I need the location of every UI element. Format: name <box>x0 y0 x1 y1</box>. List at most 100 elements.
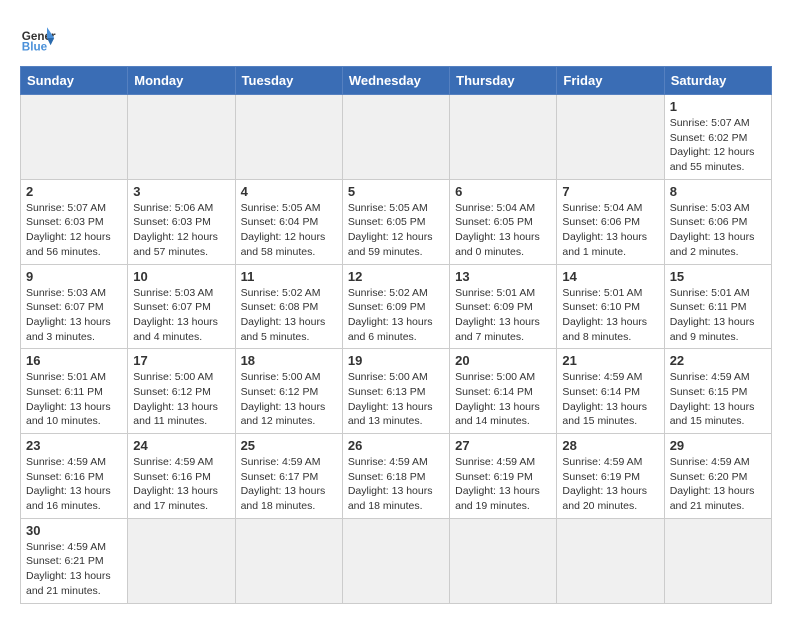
calendar-cell: 15 Sunrise: 5:01 AMSunset: 6:11 PMDayligh… <box>664 264 771 349</box>
day-info: Sunrise: 5:01 AMSunset: 6:11 PMDaylight:… <box>26 370 122 429</box>
day-info: Sunrise: 5:05 AMSunset: 6:04 PMDaylight:… <box>241 201 337 260</box>
weekday-header-saturday: Saturday <box>664 67 771 95</box>
calendar-cell: 23Sunrise: 4:59 AMSunset: 6:16 PMDayligh… <box>21 434 128 519</box>
day-number: 13 <box>455 269 551 284</box>
day-number: 4 <box>241 184 337 199</box>
day-info: Sunrise: 5:03 AMSunset: 6:06 PMDaylight:… <box>670 201 766 260</box>
day-number: 25 <box>241 438 337 453</box>
weekday-header-row: SundayMondayTuesdayWednesdayThursdayFrid… <box>21 67 772 95</box>
calendar-cell: 6 Sunrise: 5:04 AMSunset: 6:05 PMDaylight… <box>450 179 557 264</box>
day-info: Sunrise: 5:07 AMSunset: 6:03 PMDaylight:… <box>26 201 122 260</box>
calendar-cell: 9 Sunrise: 5:03 AMSunset: 6:07 PMDaylight… <box>21 264 128 349</box>
calendar-week-row: 30 Sunrise: 4:59 AMSunset: 6:21 PMDayligh… <box>21 518 772 603</box>
day-info: Sunrise: 4:59 AMSunset: 6:16 PMDaylight:… <box>133 455 229 514</box>
svg-text:Blue: Blue <box>22 41 48 54</box>
logo-icon: General Blue <box>20 20 56 56</box>
day-number: 28 <box>562 438 658 453</box>
calendar-cell <box>21 95 128 180</box>
day-number: 6 <box>455 184 551 199</box>
day-info: Sunrise: 4:59 AMSunset: 6:19 PMDaylight:… <box>455 455 551 514</box>
day-number: 21 <box>562 353 658 368</box>
calendar-cell: 24Sunrise: 4:59 AMSunset: 6:16 PMDayligh… <box>128 434 235 519</box>
calendar-cell: 18 Sunrise: 5:00 AMSunset: 6:12 PMDayligh… <box>235 349 342 434</box>
calendar-week-row: 23 Sunrise: 4:59 AMSunset: 6:16 PMDayligh… <box>21 434 772 519</box>
day-info: Sunrise: 4:59 AMSunset: 6:21 PMDaylight:… <box>26 540 122 599</box>
calendar-cell <box>557 518 664 603</box>
day-info: Sunrise: 4:59 AMSunset: 6:17 PMDaylight:… <box>241 455 337 514</box>
calendar-cell <box>450 95 557 180</box>
calendar-cell: 25 Sunrise: 4:59 AMSunset: 6:17 PMDayligh… <box>235 434 342 519</box>
day-number: 26 <box>348 438 444 453</box>
calendar-cell: 8Sunrise: 5:03 AMSunset: 6:06 PMDaylight… <box>664 179 771 264</box>
day-info: Sunrise: 5:01 AMSunset: 6:10 PMDaylight:… <box>562 286 658 345</box>
day-number: 23 <box>26 438 122 453</box>
day-info: Sunrise: 4:59 AMSunset: 6:15 PMDaylight:… <box>670 370 766 429</box>
logo: General Blue <box>20 20 56 56</box>
day-number: 1 <box>670 99 766 114</box>
calendar-cell <box>450 518 557 603</box>
calendar-cell: 17Sunrise: 5:00 AMSunset: 6:12 PMDayligh… <box>128 349 235 434</box>
calendar-cell <box>342 518 449 603</box>
day-info: Sunrise: 4:59 AMSunset: 6:20 PMDaylight:… <box>670 455 766 514</box>
calendar-cell: 16Sunrise: 5:01 AMSunset: 6:11 PMDayligh… <box>21 349 128 434</box>
calendar-cell: 22 Sunrise: 4:59 AMSunset: 6:15 PMDayligh… <box>664 349 771 434</box>
day-number: 7 <box>562 184 658 199</box>
day-number: 27 <box>455 438 551 453</box>
day-number: 14 <box>562 269 658 284</box>
day-info: Sunrise: 4:59 AMSunset: 6:14 PMDaylight:… <box>562 370 658 429</box>
calendar-cell: 1 Sunrise: 5:07 AMSunset: 6:02 PMDaylight… <box>664 95 771 180</box>
day-info: Sunrise: 5:03 AMSunset: 6:07 PMDaylight:… <box>26 286 122 345</box>
calendar-cell: 4 Sunrise: 5:05 AMSunset: 6:04 PMDaylight… <box>235 179 342 264</box>
day-info: Sunrise: 5:00 AMSunset: 6:14 PMDaylight:… <box>455 370 551 429</box>
calendar-table: SundayMondayTuesdayWednesdayThursdayFrid… <box>20 66 772 604</box>
calendar-cell: 5 Sunrise: 5:05 AMSunset: 6:05 PMDaylight… <box>342 179 449 264</box>
day-number: 18 <box>241 353 337 368</box>
calendar-cell <box>235 518 342 603</box>
day-info: Sunrise: 5:07 AMSunset: 6:02 PMDaylight:… <box>670 116 766 175</box>
day-number: 22 <box>670 353 766 368</box>
calendar-cell <box>235 95 342 180</box>
day-info: Sunrise: 5:04 AMSunset: 6:05 PMDaylight:… <box>455 201 551 260</box>
day-info: Sunrise: 5:01 AMSunset: 6:09 PMDaylight:… <box>455 286 551 345</box>
calendar-week-row: 16Sunrise: 5:01 AMSunset: 6:11 PMDayligh… <box>21 349 772 434</box>
weekday-header-friday: Friday <box>557 67 664 95</box>
day-number: 9 <box>26 269 122 284</box>
weekday-header-wednesday: Wednesday <box>342 67 449 95</box>
weekday-header-tuesday: Tuesday <box>235 67 342 95</box>
day-info: Sunrise: 5:00 AMSunset: 6:12 PMDaylight:… <box>241 370 337 429</box>
calendar-cell: 10Sunrise: 5:03 AMSunset: 6:07 PMDayligh… <box>128 264 235 349</box>
calendar-cell: 12 Sunrise: 5:02 AMSunset: 6:09 PMDayligh… <box>342 264 449 349</box>
day-number: 30 <box>26 523 122 538</box>
day-number: 15 <box>670 269 766 284</box>
weekday-header-sunday: Sunday <box>21 67 128 95</box>
weekday-header-monday: Monday <box>128 67 235 95</box>
day-number: 12 <box>348 269 444 284</box>
day-info: Sunrise: 4:59 AMSunset: 6:19 PMDaylight:… <box>562 455 658 514</box>
day-info: Sunrise: 5:01 AMSunset: 6:11 PMDaylight:… <box>670 286 766 345</box>
day-number: 2 <box>26 184 122 199</box>
day-info: Sunrise: 5:02 AMSunset: 6:08 PMDaylight:… <box>241 286 337 345</box>
day-info: Sunrise: 5:02 AMSunset: 6:09 PMDaylight:… <box>348 286 444 345</box>
day-info: Sunrise: 5:00 AMSunset: 6:13 PMDaylight:… <box>348 370 444 429</box>
calendar-cell <box>128 95 235 180</box>
day-number: 29 <box>670 438 766 453</box>
calendar-cell: 28 Sunrise: 4:59 AMSunset: 6:19 PMDayligh… <box>557 434 664 519</box>
day-info: Sunrise: 5:03 AMSunset: 6:07 PMDaylight:… <box>133 286 229 345</box>
calendar-cell: 7 Sunrise: 5:04 AMSunset: 6:06 PMDaylight… <box>557 179 664 264</box>
calendar-cell <box>128 518 235 603</box>
day-number: 5 <box>348 184 444 199</box>
calendar-cell: 29 Sunrise: 4:59 AMSunset: 6:20 PMDayligh… <box>664 434 771 519</box>
calendar-cell: 2 Sunrise: 5:07 AMSunset: 6:03 PMDaylight… <box>21 179 128 264</box>
calendar-cell <box>664 518 771 603</box>
day-info: Sunrise: 5:05 AMSunset: 6:05 PMDaylight:… <box>348 201 444 260</box>
calendar-cell: 26Sunrise: 4:59 AMSunset: 6:18 PMDayligh… <box>342 434 449 519</box>
calendar-week-row: 1 Sunrise: 5:07 AMSunset: 6:02 PMDaylight… <box>21 95 772 180</box>
day-info: Sunrise: 5:04 AMSunset: 6:06 PMDaylight:… <box>562 201 658 260</box>
calendar-week-row: 2 Sunrise: 5:07 AMSunset: 6:03 PMDaylight… <box>21 179 772 264</box>
calendar-cell: 30 Sunrise: 4:59 AMSunset: 6:21 PMDayligh… <box>21 518 128 603</box>
calendar-cell: 21 Sunrise: 4:59 AMSunset: 6:14 PMDayligh… <box>557 349 664 434</box>
day-number: 11 <box>241 269 337 284</box>
weekday-header-thursday: Thursday <box>450 67 557 95</box>
calendar-cell: 19Sunrise: 5:00 AMSunset: 6:13 PMDayligh… <box>342 349 449 434</box>
day-info: Sunrise: 5:00 AMSunset: 6:12 PMDaylight:… <box>133 370 229 429</box>
